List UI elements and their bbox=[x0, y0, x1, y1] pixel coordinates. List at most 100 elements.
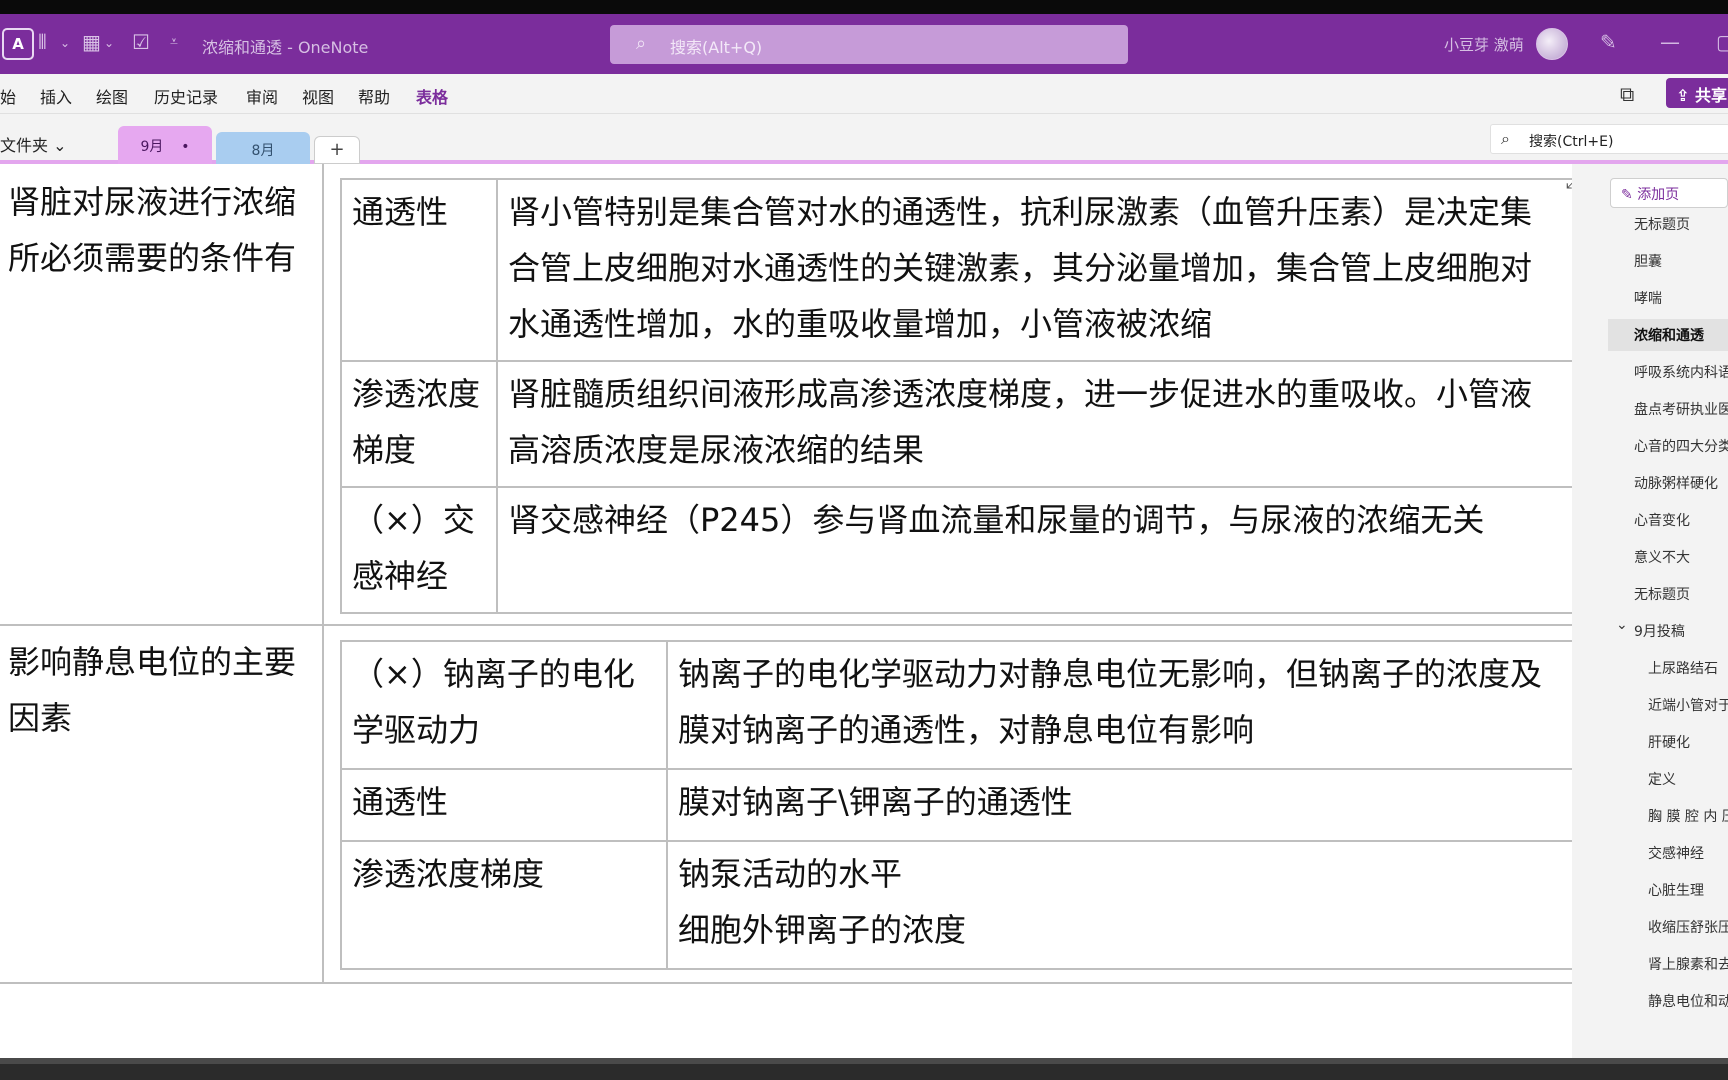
page-item[interactable]: 交感神经 bbox=[1648, 843, 1704, 863]
title-bar: A ⦀ ⌄ ▦ ⌄ ☑ ⩡ 浓缩和通透 - OneNote ⌕ 搜索(Alt+Q… bbox=[0, 14, 1728, 74]
tab-label: 8月 bbox=[251, 143, 275, 159]
search-placeholder: 搜索(Alt+Q) bbox=[670, 38, 763, 57]
page-item[interactable]: 哮喘 bbox=[1634, 288, 1662, 308]
table-cell-value[interactable]: 钠泵活动的水平 细胞外钾离子的浓度 bbox=[666, 840, 1574, 970]
menu-table[interactable]: 表格 bbox=[416, 84, 448, 108]
vertical-scrollbar[interactable] bbox=[1572, 164, 1594, 1058]
page-search-input[interactable]: ⌕ 搜索(Ctrl+E) bbox=[1490, 124, 1728, 154]
page-item[interactable]: 定义 bbox=[1648, 769, 1676, 789]
menu-review[interactable]: 审阅 bbox=[246, 84, 278, 108]
search-icon: ⌕ bbox=[1501, 129, 1510, 148]
ribbon-menu: 始 插入 绘图 历史记录 审阅 视图 帮助 表格 ⧉ ⇪ 共享 bbox=[0, 74, 1728, 114]
document-title: 浓缩和通透 - OneNote bbox=[202, 38, 369, 57]
share-label: 共享 bbox=[1694, 86, 1727, 105]
page-item[interactable]: 浓缩和通透 bbox=[1608, 319, 1728, 351]
checkbox-icon[interactable]: ☑ bbox=[132, 30, 150, 54]
section-tabs: 文件夹 ⌄ 9月 • 8月 + ⌕ 搜索(Ctrl+E) bbox=[0, 114, 1728, 164]
page-item[interactable]: 胆囊 bbox=[1634, 251, 1662, 271]
page-item[interactable]: 静息电位和动 bbox=[1648, 991, 1728, 1011]
add-page-icon: ✎ bbox=[1621, 187, 1638, 203]
table-row: 通透性 膜对钠离子\钾离子的通透性 bbox=[340, 768, 1574, 842]
add-section-button[interactable]: + bbox=[314, 136, 360, 164]
page-item[interactable]: 无标题页 bbox=[1634, 214, 1690, 234]
maximize-icon[interactable]: ▢ bbox=[1716, 30, 1728, 54]
pen-icon[interactable]: ✎ bbox=[1600, 30, 1617, 54]
minimize-icon[interactable]: — bbox=[1660, 30, 1680, 54]
chevron-down-icon: ⌄ bbox=[53, 136, 67, 155]
search-input[interactable]: ⌕ 搜索(Alt+Q) bbox=[610, 25, 1128, 64]
table-row: （×）钠离子的电化学驱动力 钠离子的电化学驱动力对静息电位无影响，但钠离子的浓度… bbox=[340, 640, 1574, 770]
view-icon[interactable]: ⦀ bbox=[38, 30, 47, 54]
add-page-button[interactable]: ✎ 添加页 bbox=[1610, 178, 1728, 208]
table-icon[interactable]: ▦ bbox=[82, 30, 101, 54]
menu-draw[interactable]: 绘图 bbox=[96, 84, 128, 108]
unsaved-dot: • bbox=[181, 139, 190, 155]
inner-table: 通透性 肾小管特别是集合管对水的通透性，抗利尿激素（血管升压素）是决定集合管上皮… bbox=[340, 178, 1574, 614]
table-cell-value[interactable]: 肾脏髓质组织间液形成高渗透浓度梯度，进一步促进水的重吸收。小管液高溶质浓度是尿液… bbox=[496, 360, 1574, 488]
share-button[interactable]: ⇪ 共享 bbox=[1666, 78, 1728, 108]
menu-view[interactable]: 视图 bbox=[302, 84, 334, 108]
page-item[interactable]: 胸 膜 腔 内 压 bbox=[1648, 806, 1728, 826]
tab-section-august[interactable]: 8月 bbox=[216, 132, 310, 164]
menu-help[interactable]: 帮助 bbox=[358, 84, 390, 108]
page-item[interactable]: 近端小管对于 bbox=[1648, 695, 1728, 715]
page-item[interactable]: 收缩压舒张压 bbox=[1648, 917, 1728, 937]
page-item[interactable]: 肝硬化 bbox=[1648, 732, 1690, 752]
page-item[interactable]: 意义不大 bbox=[1634, 547, 1690, 567]
note-canvas[interactable]: ⤢ 肾脏对尿液进行浓缩所必须需要的条件有 通透性 肾小管特别是集合管对水的通透性… bbox=[0, 164, 1580, 1058]
table-cell-value[interactable]: 肾交感神经（P245）参与肾血流量和尿量的调节，与尿液的浓缩无关 bbox=[496, 486, 1574, 614]
table-cell-value[interactable]: 肾小管特别是集合管对水的通透性，抗利尿激素（血管升压素）是决定集合管上皮细胞对水… bbox=[496, 178, 1574, 362]
screen-bottom-edge bbox=[0, 1058, 1728, 1080]
outer-table-row: 肾脏对尿液进行浓缩所必须需要的条件有 通透性 肾小管特别是集合管对水的通透性，抗… bbox=[0, 164, 1574, 626]
page-item[interactable]: 心音的四大分类 bbox=[1634, 436, 1728, 456]
page-item[interactable]: 上尿路结石 bbox=[1648, 658, 1718, 678]
page-view-icon[interactable]: ⧉ bbox=[1620, 82, 1634, 106]
row-topic[interactable]: 肾脏对尿液进行浓缩所必须需要的条件有 bbox=[8, 174, 318, 286]
table-cell-key[interactable]: （×）钠离子的电化学驱动力 bbox=[340, 640, 668, 770]
page-group-item[interactable]: 9月投稿 bbox=[1634, 621, 1685, 641]
screen-top-edge bbox=[0, 0, 1728, 14]
avatar[interactable] bbox=[1536, 28, 1568, 60]
table-cell-value[interactable]: 膜对钠离子\钾离子的通透性 bbox=[666, 768, 1574, 842]
page-list-panel: ✎ 添加页 无标题页 胆囊 哮喘 浓缩和通透 呼吸系统内科语 盘点考研执业医 心音的四大分类… bbox=[1594, 164, 1728, 1058]
user-name[interactable]: 小豆芽 激萌 bbox=[1444, 34, 1524, 55]
table-cell-key[interactable]: 通透性 bbox=[340, 178, 498, 362]
notebook-folder-dropdown[interactable]: 文件夹 ⌄ bbox=[0, 132, 67, 156]
app-icon[interactable]: A bbox=[2, 28, 34, 60]
value-line: 钠泵活动的水平 bbox=[678, 855, 903, 893]
chevron-down-icon[interactable]: ⌄ bbox=[104, 36, 114, 50]
table-cell-value[interactable]: 钠离子的电化学驱动力对静息电位无影响，但钠离子的浓度及膜对钠离子的通透性，对静息… bbox=[666, 640, 1574, 770]
page-item[interactable]: 肾上腺素和去 bbox=[1648, 954, 1728, 974]
value-line: 细胞外钾离子的浓度 bbox=[678, 911, 967, 949]
table-cell-key[interactable]: 通透性 bbox=[340, 768, 668, 842]
page-search-placeholder: 搜索(Ctrl+E) bbox=[1529, 134, 1614, 150]
table-divider bbox=[322, 626, 324, 984]
table-cell-key[interactable]: 渗透浓度梯度 bbox=[340, 840, 668, 970]
group-chevron[interactable]: ⌄ bbox=[1616, 617, 1628, 633]
table-row: 渗透浓度梯度 钠泵活动的水平 细胞外钾离子的浓度 bbox=[340, 840, 1574, 970]
page-item[interactable]: 无标题页 bbox=[1634, 584, 1690, 604]
menu-insert[interactable]: 插入 bbox=[40, 84, 72, 108]
chevron-down-icon[interactable]: ⌄ bbox=[60, 36, 70, 50]
page-item[interactable]: 动脉粥样硬化 bbox=[1634, 473, 1718, 493]
customize-icon[interactable]: ⩡ bbox=[170, 34, 178, 50]
menu-history[interactable]: 历史记录 bbox=[154, 84, 218, 108]
search-icon: ⌕ bbox=[636, 33, 647, 54]
tab-section-september[interactable]: 9月 • bbox=[118, 126, 212, 164]
tab-label: 9月 bbox=[140, 139, 164, 155]
page-item[interactable]: 心脏生理 bbox=[1648, 880, 1704, 900]
outer-table-row: 影响静息电位的主要因素 （×）钠离子的电化学驱动力 钠离子的电化学驱动力对静息电… bbox=[0, 626, 1574, 984]
page-item[interactable]: 呼吸系统内科语 bbox=[1634, 362, 1728, 382]
share-icon: ⇪ bbox=[1676, 86, 1695, 105]
folder-label: 文件夹 bbox=[0, 136, 49, 155]
add-page-label: 添加页 bbox=[1637, 187, 1680, 203]
page-item[interactable]: 盘点考研执业医 bbox=[1634, 399, 1728, 419]
table-cell-key[interactable]: （×）交感神经 bbox=[340, 486, 498, 614]
row-topic[interactable]: 影响静息电位的主要因素 bbox=[8, 634, 318, 746]
table-row: 通透性 肾小管特别是集合管对水的通透性，抗利尿激素（血管升压素）是决定集合管上皮… bbox=[340, 178, 1574, 362]
table-row: （×）交感神经 肾交感神经（P245）参与肾血流量和尿量的调节，与尿液的浓缩无关 bbox=[340, 486, 1574, 614]
page-item[interactable]: 心音变化 bbox=[1634, 510, 1690, 530]
table-cell-key[interactable]: 渗透浓度梯度 bbox=[340, 360, 498, 488]
menu-home[interactable]: 始 bbox=[0, 84, 16, 108]
table-divider bbox=[322, 164, 324, 626]
